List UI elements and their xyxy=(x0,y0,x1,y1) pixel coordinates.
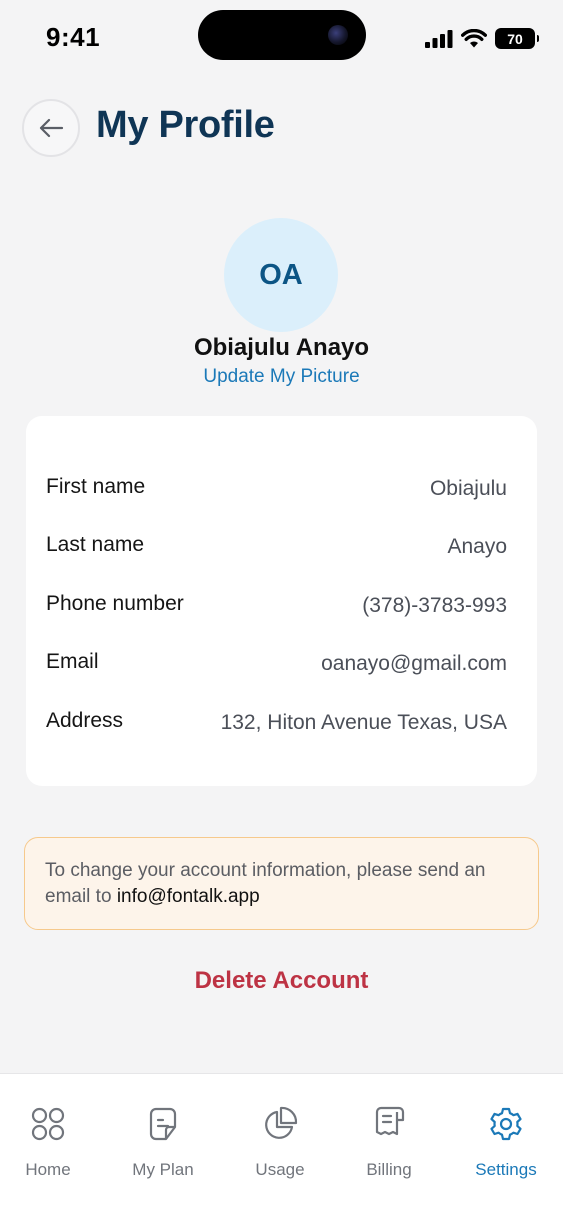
last-name-value: Anayo xyxy=(447,535,507,558)
tab-home-label: Home xyxy=(25,1160,71,1179)
bottom-tab-bar: Home My Plan Usage Billing Settings xyxy=(0,1073,563,1220)
status-time: 9:41 xyxy=(46,22,101,52)
phone-row: Phone number (378)-3783-993 xyxy=(46,592,507,619)
last-name-row: Last name Anayo xyxy=(46,533,507,560)
phone-label: Phone number xyxy=(46,592,184,615)
page-title: My Profile xyxy=(96,104,275,146)
profile-info-card: First name Obiajulu Last name Anayo Phon… xyxy=(26,416,537,786)
user-name: Obiajulu Anayo xyxy=(193,334,370,361)
info-notice: To change your account information, plea… xyxy=(24,837,539,930)
grid-icon xyxy=(31,1107,65,1141)
email-value: oanayo@gmail.com xyxy=(321,652,507,675)
status-icons: 70 xyxy=(425,28,539,49)
status-bar: 9:41 70 xyxy=(0,0,563,78)
tab-settings-label: Settings xyxy=(475,1160,537,1179)
document-icon xyxy=(149,1107,177,1141)
phone-value: (378)-3783-993 xyxy=(362,594,507,617)
wifi-icon xyxy=(461,29,487,48)
receipt-icon xyxy=(375,1106,405,1136)
first-name-row: First name Obiajulu xyxy=(46,475,507,502)
first-name-label: First name xyxy=(46,475,146,498)
battery-level: 70 xyxy=(507,30,523,47)
battery-icon: 70 xyxy=(495,28,539,49)
address-row: Address 132, Hiton Avenue Texas, USA xyxy=(46,709,507,736)
dynamic-island xyxy=(198,10,366,60)
arrow-left-icon xyxy=(39,118,64,138)
gear-icon xyxy=(490,1107,522,1141)
avatar: OA xyxy=(224,218,338,332)
tab-usage-label: Usage xyxy=(255,1160,305,1179)
address-value: 132, Hiton Avenue Texas, USA xyxy=(220,711,507,734)
back-button[interactable] xyxy=(22,99,80,157)
email-label: Email xyxy=(46,650,99,673)
email-row: Email oanayo@gmail.com xyxy=(46,650,507,677)
avatar-initials: OA xyxy=(259,258,303,291)
cellular-signal-icon xyxy=(425,29,453,48)
tab-home[interactable]: Home xyxy=(0,1106,98,1180)
pie-chart-icon xyxy=(265,1106,298,1139)
support-email-link[interactable]: info@fontalk.app xyxy=(117,886,260,907)
tab-billing[interactable]: Billing xyxy=(339,1106,439,1180)
first-name-value: Obiajulu xyxy=(429,477,507,500)
tab-my-plan[interactable]: My Plan xyxy=(113,1106,213,1180)
tab-usage[interactable]: Usage xyxy=(230,1106,330,1180)
update-picture-link[interactable]: Update My Picture xyxy=(0,366,563,388)
delete-account-button[interactable]: Delete Account xyxy=(0,967,563,995)
camera-icon xyxy=(328,25,348,45)
tab-settings[interactable]: Settings xyxy=(456,1106,556,1180)
address-label: Address xyxy=(46,709,124,732)
notice-text: To change your account information, plea… xyxy=(45,860,486,907)
tab-my-plan-label: My Plan xyxy=(132,1160,194,1179)
tab-billing-label: Billing xyxy=(366,1160,412,1179)
last-name-label: Last name xyxy=(46,533,145,556)
